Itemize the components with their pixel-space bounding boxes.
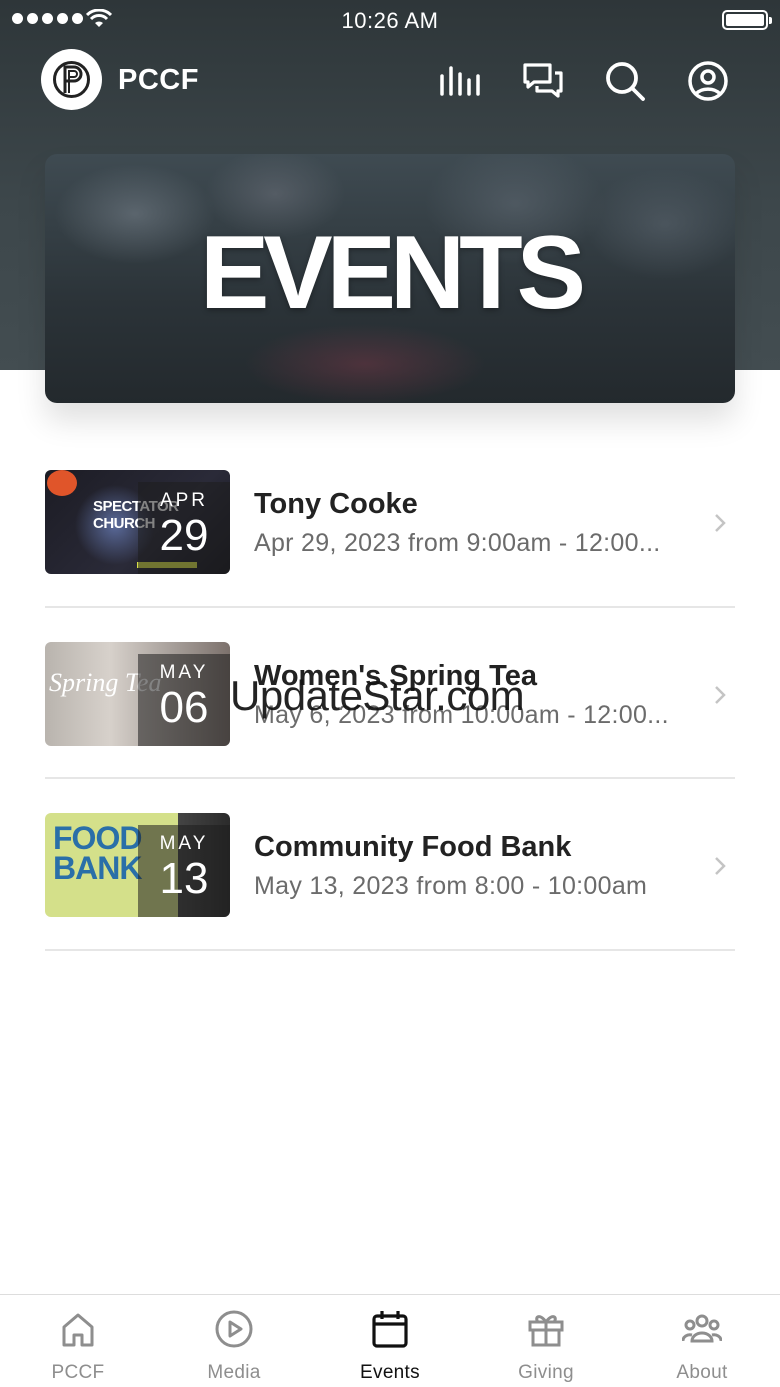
- event-date-badge: MAY 13: [138, 825, 230, 917]
- chevron-right-icon: [715, 857, 726, 875]
- search-icon[interactable]: [604, 60, 646, 102]
- profile-icon[interactable]: [687, 60, 729, 102]
- event-thumbnail: Spring Tea MAY 06: [45, 641, 230, 746]
- events-hero-banner: EVENTS: [45, 154, 735, 403]
- tab-label: Events: [360, 1362, 420, 1383]
- tab-media[interactable]: Media: [156, 1295, 312, 1387]
- watermark: UpdateStar.com: [230, 672, 525, 719]
- group-icon: [682, 1314, 722, 1343]
- home-icon: [62, 1313, 94, 1347]
- tab-label: Giving: [518, 1362, 574, 1383]
- status-time: 10:26 AM: [341, 8, 439, 33]
- event-row-community-food-bank[interactable]: FOOD BANK MAY 13 Community Food Bank May…: [45, 779, 735, 951]
- chat-icon[interactable]: [522, 60, 564, 102]
- event-datetime: May 13, 2023 from 8:00 - 10:00am: [254, 872, 648, 900]
- event-row-tony-cooke[interactable]: SPECTATOR CHURCH APR 29 Tony Cooke Apr 2…: [45, 436, 735, 608]
- event-thumbnail: SPECTATOR CHURCH APR 29: [45, 470, 230, 574]
- tab-pccf[interactable]: PCCF: [0, 1295, 156, 1387]
- app-logo[interactable]: [41, 49, 102, 110]
- event-day: 29: [159, 511, 209, 560]
- bottom-tab-bar: PCCF Media Events Giving About: [0, 1294, 780, 1387]
- hero-title: EVENTS: [199, 215, 586, 331]
- event-datetime: Apr 29, 2023 from 9:00am - 12:00...: [254, 529, 661, 557]
- event-month: APR: [159, 490, 209, 511]
- event-thumbnail: FOOD BANK MAY 13: [45, 813, 230, 917]
- event-date-badge: MAY 06: [138, 653, 230, 746]
- tab-events[interactable]: Events: [312, 1295, 468, 1387]
- audio-bars-icon[interactable]: [438, 60, 480, 102]
- chevron-right-icon: [715, 685, 726, 704]
- tab-label: PCCF: [51, 1362, 105, 1383]
- event-day: 06: [159, 682, 209, 732]
- tab-label: About: [676, 1362, 728, 1383]
- event-date-badge: APR 29: [138, 482, 230, 574]
- tab-about[interactable]: About: [624, 1295, 780, 1387]
- app-title: PCCF: [118, 64, 199, 96]
- battery-icon: [722, 10, 772, 30]
- event-month: MAY: [159, 661, 209, 683]
- event-month: MAY: [159, 833, 209, 854]
- status-bar: 10:26 AM: [0, 0, 780, 40]
- event-title: Community Food Bank: [254, 831, 572, 863]
- calendar-icon: [372, 1311, 408, 1348]
- app-bar: PCCF: [0, 46, 780, 112]
- tab-label: Media: [207, 1362, 261, 1383]
- event-title: Tony Cooke: [254, 488, 418, 520]
- tab-giving[interactable]: Giving: [468, 1295, 624, 1387]
- play-circle-icon: [215, 1310, 253, 1348]
- chevron-right-icon: [715, 514, 726, 532]
- event-day: 13: [159, 854, 209, 903]
- gift-icon: [528, 1315, 564, 1347]
